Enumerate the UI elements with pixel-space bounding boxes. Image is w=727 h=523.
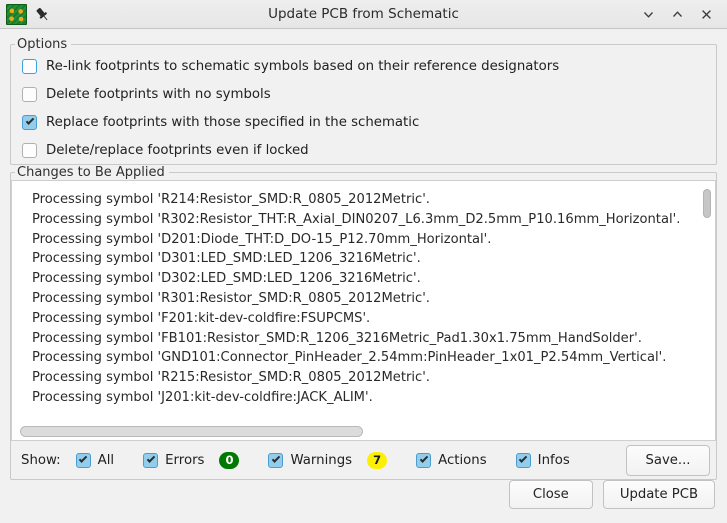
option-label: Re-link footprints to schematic symbols … (46, 58, 560, 74)
option-label: Replace footprints with those specified … (46, 114, 420, 130)
filter-actions[interactable]: Actions (416, 452, 487, 468)
checkbox-replace-footprints[interactable] (22, 114, 37, 130)
vertical-scrollbar-thumb[interactable] (703, 189, 711, 218)
filter-label: Actions (438, 452, 487, 468)
checkbox-filter-all[interactable] (75, 452, 91, 468)
chevron-down-icon[interactable] (641, 7, 656, 22)
chevron-up-icon[interactable] (670, 7, 685, 22)
show-label: Show: (21, 452, 61, 468)
checkbox-filter-errors[interactable] (143, 452, 159, 468)
log-line: Processing symbol 'R214:Resistor_SMD:R_0… (32, 192, 430, 207)
filter-label: Errors (165, 452, 205, 468)
filter-label: Warnings (290, 452, 353, 468)
log-line: Processing symbol 'R302:Resistor_THT:R_A… (32, 211, 681, 227)
options-group: Options Re-link footprints to schematic … (10, 37, 717, 165)
checkbox-delete-replace-locked[interactable] (22, 142, 37, 158)
options-legend: Options (17, 37, 68, 52)
checkbox-filter-infos[interactable] (515, 452, 531, 468)
log-line: Processing symbol 'D301:LED_SMD:LED_1206… (32, 251, 421, 267)
option-delete-footprints-no-symbols[interactable]: Delete footprints with no symbols (11, 80, 716, 108)
option-replace-footprints[interactable]: Replace footprints with those specified … (11, 108, 716, 136)
filter-infos[interactable]: Infos (515, 452, 570, 468)
changes-group: Changes to Be Applied Processing symbol … (10, 165, 717, 480)
filter-warnings[interactable]: Warnings 7 (268, 451, 388, 469)
close-button[interactable]: Close (508, 480, 593, 509)
log-line: Processing symbol 'D201:Diode_THT:D_DO-1… (32, 231, 492, 247)
changes-log-panel[interactable]: Processing symbol 'R214:Resistor_SMD:R_0… (11, 180, 716, 441)
vertical-scrollbar[interactable] (701, 182, 713, 439)
update-pcb-button[interactable]: Update PCB (602, 480, 715, 509)
title-bar: Update PCB from Schematic (0, 0, 727, 29)
filter-errors[interactable]: Errors 0 (143, 451, 240, 469)
close-icon[interactable] (699, 7, 714, 22)
filter-label: Infos (537, 452, 570, 468)
log-line: Processing symbol 'R301:Resistor_SMD:R_0… (32, 290, 430, 306)
filter-all[interactable]: All (75, 452, 115, 468)
log-line: Processing symbol 'F201:kit-dev-coldfire… (32, 310, 371, 326)
horizontal-scrollbar-thumb[interactable] (20, 426, 363, 437)
log-line: Processing symbol 'J201:kit-dev-coldfire… (32, 389, 373, 405)
checkbox-delete-footprints-no-symbols[interactable] (22, 86, 37, 102)
dialog-content: Options Re-link footprints to schematic … (0, 29, 727, 480)
window-controls (641, 7, 723, 22)
window-title: Update PCB from Schematic (268, 6, 459, 22)
log-line: Processing symbol 'FB101:Resistor_SMD:R_… (32, 330, 642, 346)
horizontal-scrollbar[interactable] (20, 426, 363, 437)
filter-label: All (97, 452, 115, 468)
log-line: Processing symbol 'GND101:Connector_PinH… (32, 350, 667, 366)
changes-log-list: Processing symbol 'R214:Resistor_SMD:R_0… (12, 190, 715, 440)
option-label: Delete footprints with no symbols (46, 86, 271, 102)
option-relink-footprints[interactable]: Re-link footprints to schematic symbols … (11, 52, 716, 80)
pushpin-icon[interactable] (34, 6, 51, 23)
checkbox-filter-actions[interactable] (416, 452, 432, 468)
dialog-footer: Close Update PCB (0, 480, 727, 523)
update-pcb-dialog: Update PCB from Schematic Options Re-lin… (0, 0, 727, 523)
warnings-count-badge: 7 (367, 451, 388, 469)
title-bar-left-icons (4, 3, 51, 25)
changes-legend: Changes to Be Applied (17, 165, 165, 180)
checkbox-filter-warnings[interactable] (268, 452, 284, 468)
save-button[interactable]: Save... (626, 444, 710, 476)
option-label: Delete/replace footprints even if locked (46, 142, 309, 158)
checkbox-relink-footprints[interactable] (22, 58, 37, 74)
log-line: Processing symbol 'D302:LED_SMD:LED_1206… (32, 271, 421, 287)
show-filters-row: Show: All Errors 0 Warnings 7 Actions In… (11, 441, 716, 479)
option-delete-replace-locked[interactable]: Delete/replace footprints even if locked (11, 136, 716, 164)
log-line: Processing symbol 'R215:Resistor_SMD:R_0… (32, 370, 430, 386)
pcb-board-icon (6, 3, 27, 25)
errors-count-badge: 0 (219, 451, 240, 469)
